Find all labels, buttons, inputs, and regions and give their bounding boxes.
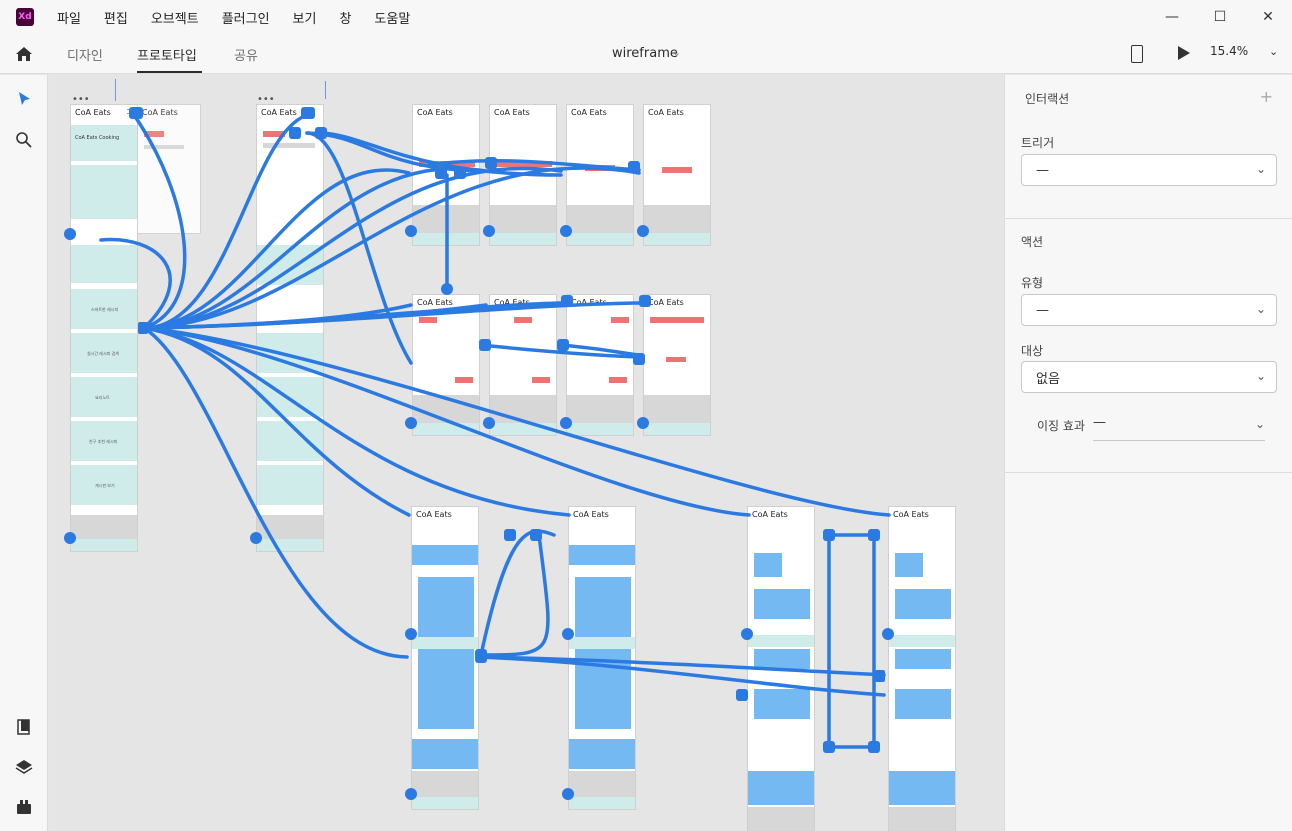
easing-label: 이징 효과 bbox=[1037, 419, 1085, 433]
action-section: 액션 유형 — ⌄ 대상 없음 ⌄ 이징 효과 — ⌄ bbox=[1005, 219, 1292, 473]
zoom-chevron-icon[interactable]: ⌄ bbox=[1269, 45, 1278, 58]
zoom-level[interactable]: 15.4% bbox=[1210, 44, 1248, 58]
tab-share[interactable]: 공유 bbox=[234, 45, 258, 64]
active-tab-indicator bbox=[137, 71, 202, 73]
menu-view[interactable]: 보기 bbox=[293, 8, 317, 27]
chevron-down-icon[interactable]: ⌄ bbox=[672, 46, 681, 59]
destination-value: 없음 bbox=[1036, 371, 1060, 387]
easing-dropdown[interactable]: — ⌄ bbox=[1093, 415, 1265, 441]
easing-value: — bbox=[1093, 415, 1106, 430]
type-label: 유형 bbox=[1021, 276, 1044, 290]
window-controls: — ☐ ✕ bbox=[1148, 0, 1292, 34]
maximize-button[interactable]: ☐ bbox=[1196, 0, 1244, 34]
select-arrow-icon[interactable] bbox=[14, 89, 34, 109]
destination-dropdown[interactable]: 없음 ⌄ bbox=[1021, 361, 1277, 393]
document-title[interactable]: wireframe bbox=[612, 46, 678, 61]
property-inspector: 인터랙션 + 트리거 — ⌄ 액션 유형 — ⌄ 대상 없음 ⌄ 이징 효과 —… bbox=[1004, 75, 1292, 831]
close-button[interactable]: ✕ bbox=[1244, 0, 1292, 34]
chevron-down-icon: ⌄ bbox=[1255, 302, 1266, 316]
menu-plugins[interactable]: 플러그인 bbox=[222, 8, 270, 27]
prototype-wires bbox=[64, 107, 894, 800]
trigger-dropdown[interactable]: — ⌄ bbox=[1021, 154, 1277, 186]
tab-prototype[interactable]: 프로토타입 bbox=[137, 45, 197, 64]
assets-icon[interactable] bbox=[14, 717, 34, 737]
chevron-down-icon: ⌄ bbox=[1255, 162, 1266, 176]
action-heading: 액션 bbox=[1021, 235, 1044, 249]
chevron-down-icon: ⌄ bbox=[1254, 417, 1265, 431]
tab-design[interactable]: 디자인 bbox=[67, 45, 103, 64]
plugins-icon[interactable] bbox=[14, 797, 34, 817]
tool-bar bbox=[0, 75, 48, 831]
interaction-section: 인터랙션 + 트리거 — ⌄ bbox=[1005, 75, 1292, 219]
menu-help[interactable]: 도움말 bbox=[374, 8, 410, 27]
layers-icon[interactable] bbox=[14, 757, 34, 777]
menu-bar: Xd 파일 편집 오브젝트 플러그인 보기 창 도움말 — ☐ ✕ bbox=[0, 0, 1292, 34]
trigger-value: — bbox=[1036, 162, 1049, 178]
minimize-button[interactable]: — bbox=[1148, 0, 1196, 34]
trigger-label: 트리거 bbox=[1021, 136, 1055, 150]
play-icon[interactable] bbox=[1178, 46, 1190, 60]
type-value: — bbox=[1036, 302, 1049, 318]
destination-label: 대상 bbox=[1021, 344, 1044, 358]
zoom-search-icon[interactable] bbox=[14, 130, 34, 150]
menu-items: 파일 편집 오브젝트 플러그인 보기 창 도움말 bbox=[57, 8, 433, 27]
xd-logo-icon: Xd bbox=[16, 8, 34, 26]
interaction-heading: 인터랙션 bbox=[1025, 92, 1070, 106]
menu-edit[interactable]: 편집 bbox=[104, 8, 128, 27]
prototype-canvas[interactable]: ••• CoA Eats CoA Eats Cooking 스마트한 레시피 실… bbox=[49, 75, 1003, 831]
type-dropdown[interactable]: — ⌄ bbox=[1021, 294, 1277, 326]
mode-tab-bar: 디자인 프로토타입 공유 wireframe ⌄ 15.4% ⌄ bbox=[0, 34, 1292, 74]
home-icon[interactable] bbox=[14, 44, 34, 64]
add-interaction-icon[interactable]: + bbox=[1260, 87, 1273, 106]
menu-object[interactable]: 오브젝트 bbox=[151, 8, 199, 27]
chevron-down-icon: ⌄ bbox=[1255, 369, 1266, 383]
mobile-device-icon[interactable] bbox=[1131, 45, 1143, 63]
menu-file[interactable]: 파일 bbox=[57, 8, 81, 27]
menu-window[interactable]: 창 bbox=[339, 8, 351, 27]
